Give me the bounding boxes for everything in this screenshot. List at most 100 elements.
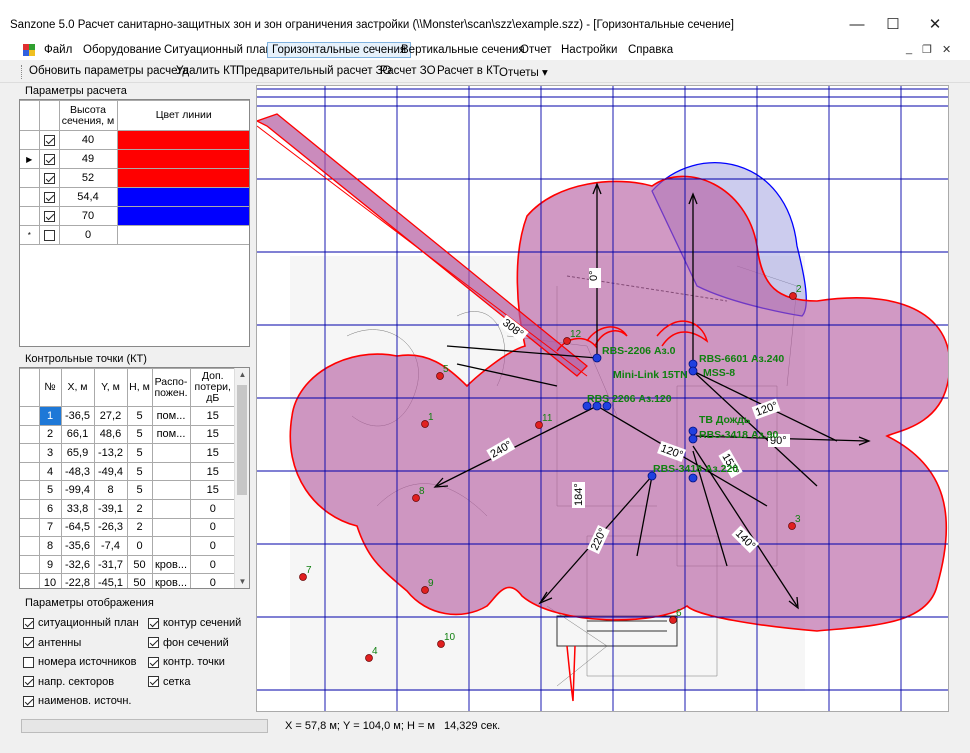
checkbox-icon[interactable] (148, 617, 159, 629)
kt-scrollbar[interactable]: ▲ ▼ (234, 368, 249, 588)
checkbox-icon[interactable] (23, 617, 34, 629)
update-params-button[interactable]: Обновить параметры расчета (29, 65, 189, 77)
delete-kt-button[interactable]: Удалить КТ (176, 65, 237, 77)
kt-cell[interactable]: 0 (189, 554, 236, 575)
kt-cell[interactable]: пом... (151, 406, 191, 426)
mdi-minimize-button[interactable]: _ (906, 43, 912, 55)
row-height[interactable]: 54,4 (58, 187, 118, 207)
table-row[interactable]: 8 -35,6 -7,4 0 0 (20, 536, 236, 556)
display-option[interactable]: сетка (148, 676, 190, 688)
row-height[interactable]: 52 (58, 168, 118, 188)
kt-cell[interactable]: -36,5 (60, 406, 95, 426)
row-color-swatch[interactable] (116, 149, 249, 169)
display-option[interactable]: напр. секторов (23, 676, 114, 688)
mdi-restore-button[interactable]: ❐ (922, 43, 932, 56)
kt-cell[interactable]: 0 (126, 536, 153, 556)
kt-cell[interactable]: -22,8 (60, 573, 95, 588)
kt-cell[interactable]: -39,1 (93, 498, 128, 519)
menu-situation-plan[interactable]: Ситуационный план (160, 42, 276, 58)
display-option[interactable]: фон сечений (148, 637, 229, 649)
mdi-close-button[interactable]: ✕ (942, 43, 951, 56)
kt-cell[interactable]: -45,1 (93, 573, 128, 588)
display-option[interactable]: контур сечений (148, 617, 241, 629)
calc-row[interactable]: 52 (20, 168, 249, 188)
kt-cell[interactable]: -35,6 (60, 536, 95, 556)
row-color-swatch[interactable] (116, 168, 249, 188)
display-option[interactable]: антенны (23, 637, 81, 649)
kt-cell[interactable]: 15 (189, 461, 236, 482)
kt-cell[interactable]: 10 (38, 573, 62, 588)
kt-cell[interactable]: -48,3 (60, 461, 95, 482)
calc-row[interactable]: 54,4 (20, 187, 249, 207)
checkbox-icon[interactable] (43, 229, 55, 241)
map-canvas[interactable]: 0° 308° 240° 120° 90° 120° 157° 184° 220… (256, 85, 949, 712)
menu-file[interactable]: Файл (40, 42, 76, 58)
row-height[interactable]: 0 (58, 225, 118, 245)
kt-cell[interactable] (151, 443, 191, 463)
close-button[interactable]: ✕ (912, 10, 958, 40)
kt-cell[interactable]: кров... (151, 554, 191, 575)
row-color-swatch[interactable] (116, 206, 249, 226)
kt-cell[interactable]: 2 (126, 517, 153, 538)
kt-cell[interactable]: 5 (126, 443, 153, 463)
table-row[interactable]: 4 -48,3 -49,4 5 15 (20, 461, 236, 482)
kt-cell[interactable] (151, 536, 191, 556)
kt-cell[interactable]: 50 (126, 554, 153, 575)
kt-cell[interactable]: 8 (93, 480, 128, 500)
checkbox-icon[interactable] (23, 637, 34, 649)
row-height[interactable]: 49 (58, 149, 118, 169)
row-checkbox[interactable] (38, 168, 60, 188)
checkbox-icon[interactable] (148, 656, 159, 668)
calc-row[interactable]: * 0 (20, 225, 249, 245)
checkbox-icon[interactable] (43, 134, 55, 146)
kt-cell[interactable]: 0 (189, 536, 236, 556)
kt-cell[interactable]: 48,6 (93, 424, 128, 445)
kt-cell[interactable]: 8 (38, 536, 62, 556)
reports-dropdown[interactable]: Отчеты ▾ (499, 65, 548, 79)
kt-cell[interactable]: 15 (189, 424, 236, 445)
kt-cell[interactable]: -49,4 (93, 461, 128, 482)
kt-cell[interactable]: -7,4 (93, 536, 128, 556)
scroll-down-icon[interactable]: ▼ (235, 577, 249, 586)
menu-report[interactable]: Отчет (516, 42, 556, 58)
row-checkbox[interactable] (38, 130, 60, 150)
display-option[interactable]: номера источников (23, 656, 136, 668)
row-color-swatch[interactable] (116, 225, 249, 245)
calc-zo-button[interactable]: Расчет ЗО (380, 65, 436, 77)
row-checkbox[interactable] (38, 187, 60, 207)
kt-cell[interactable] (151, 498, 191, 519)
kt-cell[interactable]: -13,2 (93, 443, 128, 463)
menu-help[interactable]: Справка (624, 42, 677, 58)
kt-cell[interactable]: 0 (189, 498, 236, 519)
menu-horizontal-sections[interactable]: Горизонтальные сечения (267, 42, 412, 58)
kt-scroll-thumb[interactable] (237, 385, 247, 495)
kt-cell[interactable]: 6 (38, 498, 62, 519)
kt-cell[interactable] (151, 461, 191, 482)
table-row[interactable]: 7 -64,5 -26,3 2 0 (20, 517, 236, 538)
kt-cell[interactable]: кров... (151, 573, 191, 588)
kt-cell[interactable] (151, 480, 191, 500)
row-height[interactable]: 70 (58, 206, 118, 226)
table-row[interactable]: 1 -36,5 27,2 5 пом... 15 (20, 406, 236, 426)
map-drawing[interactable]: 0° 308° 240° 120° 90° 120° 157° 184° 220… (257, 86, 949, 712)
kt-cell[interactable]: 50 (126, 573, 153, 588)
kt-cell[interactable]: 7 (38, 517, 62, 538)
kt-cell[interactable]: 5 (126, 461, 153, 482)
kt-cell[interactable]: 15 (189, 443, 236, 463)
row-checkbox[interactable] (38, 206, 60, 226)
checkbox-icon[interactable] (23, 676, 34, 688)
row-height[interactable]: 40 (58, 130, 118, 150)
kt-cell[interactable]: 1 (38, 406, 62, 426)
kt-cell[interactable]: -64,5 (60, 517, 95, 538)
calc-kt-button[interactable]: Расчет в КТ (437, 65, 500, 77)
checkbox-icon[interactable] (23, 695, 34, 707)
kt-cell[interactable]: пом... (151, 424, 191, 445)
checkbox-icon[interactable] (43, 210, 55, 222)
checkbox-icon[interactable] (23, 656, 34, 668)
checkbox-icon[interactable] (43, 172, 55, 184)
maximize-button[interactable]: ☐ (870, 10, 916, 40)
calc-row[interactable]: 40 (20, 130, 249, 150)
kt-cell[interactable] (151, 517, 191, 538)
map-scrollbar[interactable] (950, 85, 967, 712)
preliminary-calc-button[interactable]: Предварительный расчет ЗО (236, 65, 391, 77)
